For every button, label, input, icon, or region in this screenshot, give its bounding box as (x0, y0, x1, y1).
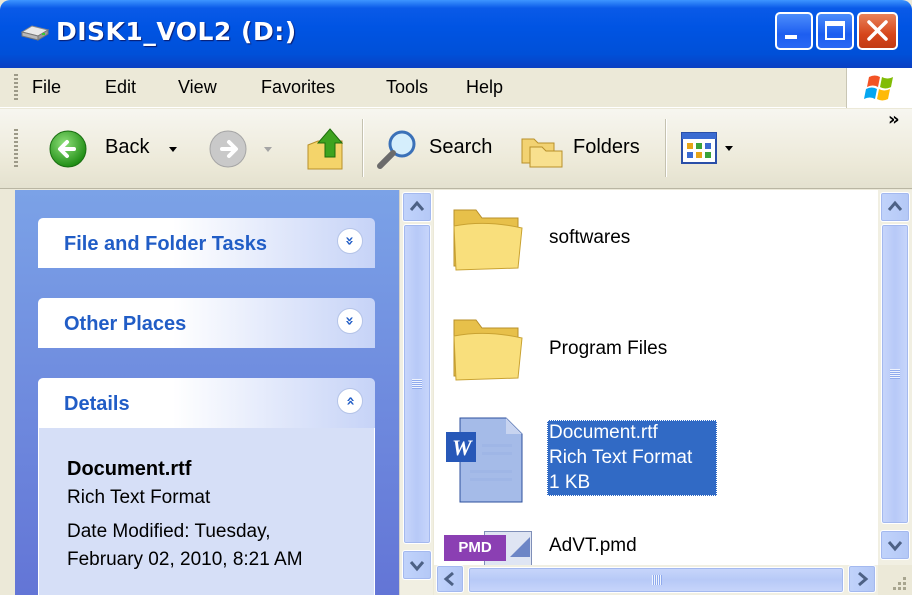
scroll-right-button[interactable] (848, 565, 876, 593)
arrow-down-icon (887, 541, 903, 552)
arrow-left-icon (443, 571, 454, 587)
folder-icon[interactable] (450, 200, 526, 276)
back-arrow-icon (49, 130, 87, 168)
search-button[interactable]: Search (375, 125, 505, 173)
drive-icon (20, 25, 50, 41)
details-panel: Document.rtf Rich Text Format Date Modif… (38, 428, 375, 595)
menu-favorites[interactable]: Favorites (261, 77, 335, 98)
up-folder-icon[interactable] (304, 125, 348, 173)
file-name[interactable]: softwares (549, 227, 630, 249)
menu-edit[interactable]: Edit (105, 77, 136, 98)
close-button[interactable] (857, 12, 898, 50)
scroll-grip (652, 575, 662, 585)
scroll-thumb[interactable] (881, 224, 909, 524)
title-bar[interactable]: DISK1_VOL2 (D:) (0, 0, 912, 68)
forward-dropdown-icon[interactable] (263, 146, 273, 154)
windows-logo-icon (846, 68, 912, 108)
pmd-badge: PMD (444, 535, 506, 561)
svg-text:W: W (452, 435, 473, 460)
selected-file-label[interactable]: Document.rtf Rich Text Format 1 KB (547, 420, 717, 496)
scroll-up-button[interactable] (402, 192, 432, 222)
file-type: Rich Text Format (549, 447, 693, 468)
toolbar-overflow-chevron[interactable]: » (888, 109, 900, 130)
file-list-horizontal-scrollbar[interactable] (434, 565, 878, 595)
arrow-down-icon (409, 561, 425, 572)
file-name[interactable]: AdVT.pmd (549, 535, 637, 557)
toolbar-separator (362, 119, 363, 177)
resize-grip-icon (893, 577, 906, 590)
forward-button[interactable] (208, 129, 278, 173)
word-document-icon[interactable]: W (442, 414, 532, 506)
folders-button[interactable]: Folders (518, 125, 653, 173)
toolbar: Back Search Folders » (0, 109, 912, 189)
back-button[interactable]: Back (48, 125, 194, 173)
menu-grip[interactable] (14, 74, 18, 102)
details-date-modified: Date Modified: Tuesday, (67, 521, 271, 542)
scroll-left-button[interactable] (436, 565, 464, 593)
folder-icon[interactable] (450, 310, 526, 386)
menu-view[interactable]: View (178, 77, 217, 98)
arrow-up-icon (887, 200, 903, 211)
arrow-up-icon (409, 200, 425, 211)
close-icon (867, 20, 888, 41)
menu-help[interactable]: Help (466, 77, 503, 98)
details-file-type: Rich Text Format (67, 487, 211, 508)
menu-tools[interactable]: Tools (386, 77, 428, 98)
menu-file[interactable]: File (32, 77, 61, 98)
search-label: Search (429, 136, 493, 158)
views-button[interactable] (680, 131, 752, 171)
maximize-button[interactable] (816, 12, 854, 50)
details-file-name: Document.rtf (67, 458, 192, 480)
toolbar-grip[interactable] (14, 129, 18, 169)
other-places-header[interactable]: Other Places » (38, 298, 375, 348)
window-title: DISK1_VOL2 (D:) (56, 17, 297, 46)
scroll-down-button[interactable] (880, 530, 910, 560)
menu-bar: File Edit View Favorites Tools Help (0, 68, 912, 108)
scroll-up-button[interactable] (880, 192, 910, 222)
panel-title: Other Places (64, 313, 187, 335)
forward-arrow-icon (209, 130, 247, 168)
expand-chevron-icon[interactable]: » (337, 308, 363, 334)
pagemaker-icon (510, 537, 530, 557)
dropdown-arrow-icon[interactable] (168, 146, 178, 154)
scroll-thumb[interactable] (403, 224, 431, 544)
details-header[interactable]: Details » (38, 378, 375, 428)
scroll-thumb[interactable] (468, 567, 844, 593)
arrow-right-icon (858, 571, 869, 587)
scroll-grip (412, 379, 422, 389)
panel-title: Details (64, 393, 130, 415)
minimize-button[interactable] (775, 12, 813, 50)
toolbar-separator (665, 119, 666, 177)
views-dropdown-icon (725, 146, 733, 151)
file-folder-tasks-header[interactable]: File and Folder Tasks » (38, 218, 375, 268)
panel-title: File and Folder Tasks (64, 233, 268, 255)
collapse-chevron-icon[interactable]: » (337, 388, 363, 414)
maximize-icon (825, 21, 845, 40)
folders-label: Folders (573, 136, 640, 158)
task-pane-scrollbar[interactable] (399, 190, 433, 595)
file-size: 1 KB (549, 472, 591, 493)
task-pane: File and Folder Tasks » Other Places » D… (15, 190, 399, 595)
search-icon (377, 130, 416, 169)
pmd-file-icon[interactable]: PMD (444, 525, 536, 565)
minimize-icon (785, 35, 797, 39)
resize-grip[interactable] (878, 565, 912, 595)
views-icon (681, 132, 717, 164)
file-name[interactable]: Program Files (549, 338, 667, 360)
scroll-down-button[interactable] (402, 550, 432, 580)
expand-chevron-icon[interactable]: » (337, 228, 363, 254)
file-name: Document.rtf (549, 422, 658, 443)
details-date-modified-value: February 02, 2010, 8:21 AM (67, 549, 303, 570)
file-list-vertical-scrollbar[interactable] (878, 190, 912, 565)
scroll-grip (890, 369, 900, 379)
back-label: Back (105, 136, 150, 158)
folders-icon (521, 138, 563, 168)
